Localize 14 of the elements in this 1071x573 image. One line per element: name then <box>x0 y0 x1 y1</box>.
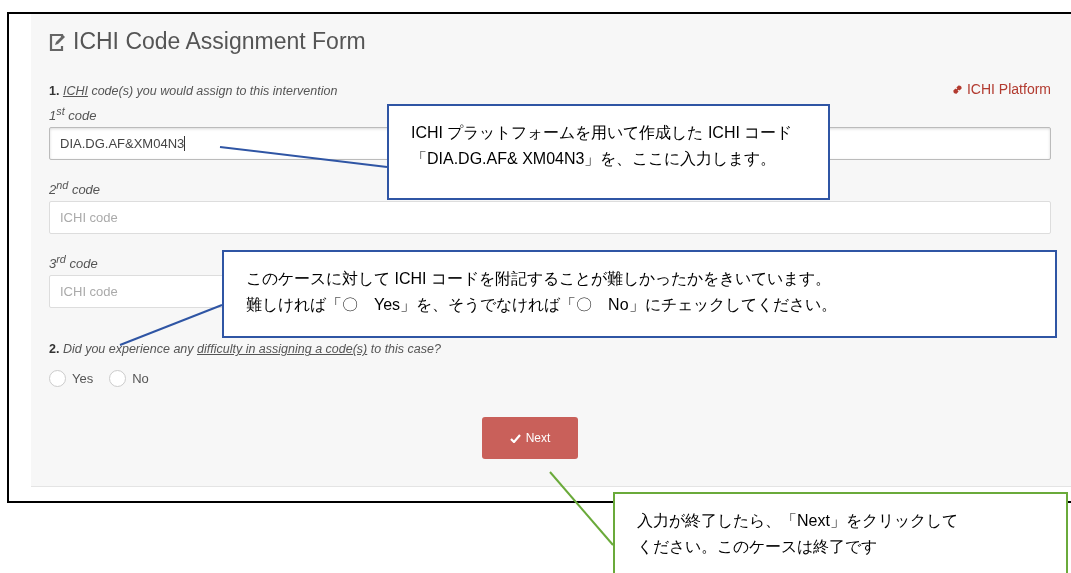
form-title: ICHI Code Assignment Form <box>73 28 366 55</box>
callout-text: 「DIA.DG.AF& XM04N3」を、ここに入力します。 <box>411 149 777 170</box>
callout-text: 難しければ「〇 Yes」を、そうでなければ「〇 No」にチェックしてください。 <box>246 295 837 316</box>
callout-text: このケースに対して ICHI コードを附記することが難しかったかをきいています。 <box>246 269 831 289</box>
radio-label: No <box>132 371 149 387</box>
callout-text: ください。このケースは終了です <box>637 537 877 558</box>
field-label: 1$^{st}$ code <box>49 104 98 123</box>
question-text: 2. Did you experience any difficulty in assigning a code(s) to this case? <box>49 342 442 357</box>
question-text: 1. ICHI code(s) you would assign to this intervention <box>49 83 338 98</box>
field-label: 3$^{rd}$ code <box>49 253 99 272</box>
radio-label: Yes <box>72 371 94 387</box>
field-label: 2$^{nd}$ code <box>49 178 102 198</box>
callout-text: 入力が終了したら、「Next」をクリックして <box>637 511 958 531</box>
callout-text: ICHI プラットフォームを用いて作成した ICHI コード <box>411 123 793 143</box>
